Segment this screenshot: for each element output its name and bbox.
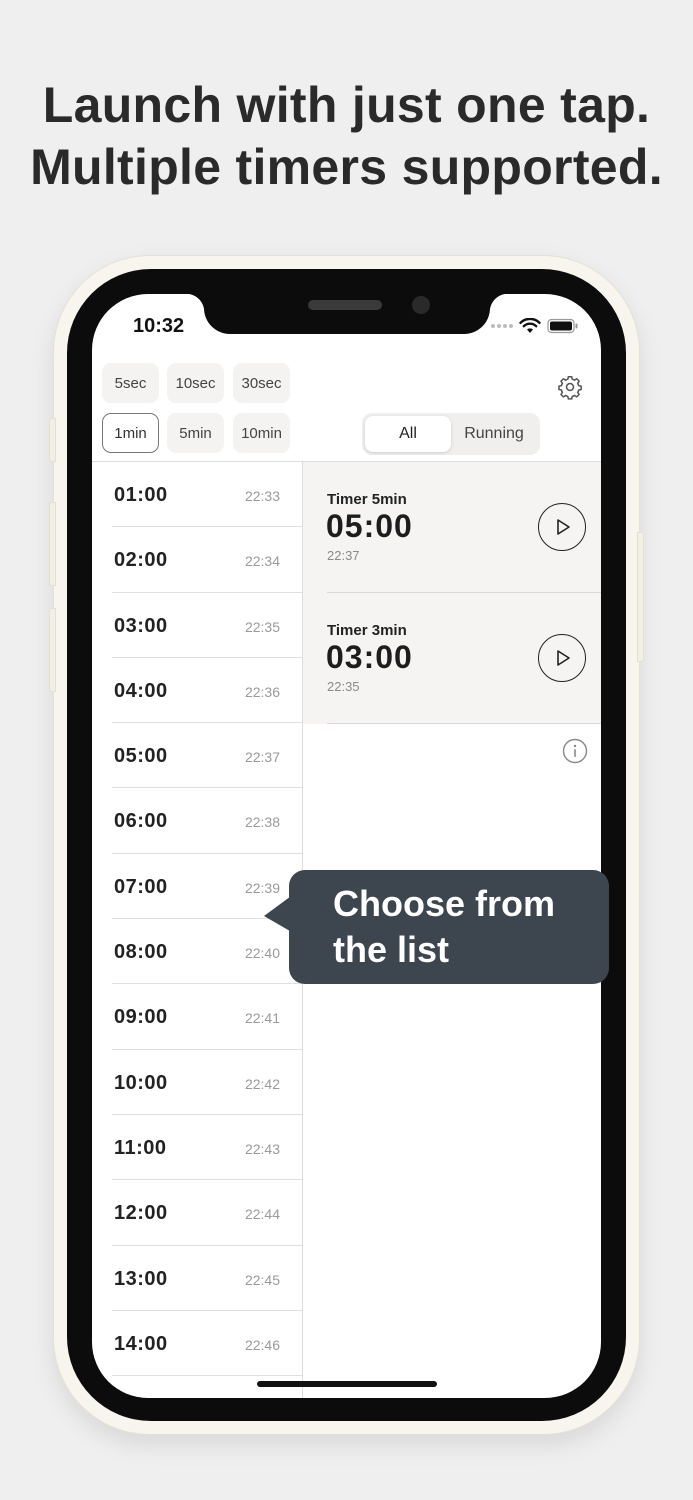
list-item[interactable]: 11:00 22:43: [92, 1115, 302, 1181]
list-item-duration: 08:00: [114, 941, 168, 964]
play-icon: [557, 650, 570, 666]
filter-all[interactable]: All: [365, 416, 451, 452]
callout-line-2: the list: [333, 929, 450, 970]
list-item[interactable]: 13:00 22:45: [92, 1246, 302, 1311]
list-item-duration: 06:00: [114, 810, 168, 833]
list-item-duration: 03:00: [114, 614, 168, 637]
list-item[interactable]: 10:00 22:42: [92, 1050, 302, 1115]
list-item-duration: 01:00: [114, 484, 168, 506]
timer-card[interactable]: Timer 3min 03:00 22:35: [303, 593, 601, 724]
info-icon[interactable]: [562, 738, 588, 764]
list-item-duration: 11:00: [114, 1136, 167, 1159]
speaker: [308, 300, 382, 310]
list-item[interactable]: 04:00 22:36: [92, 658, 302, 724]
status-time: 10:32: [133, 315, 185, 337]
preset-10sec[interactable]: 10sec: [167, 363, 224, 403]
timer-end-time: 22:35: [327, 679, 360, 694]
list-item-end-time: 22:41: [244, 1010, 280, 1027]
home-indicator: [257, 1381, 437, 1387]
timer-end-time: 22:37: [327, 548, 360, 563]
list-item[interactable]: 02:00 22:34: [92, 527, 302, 593]
headline-line-1: Launch with just one tap.: [42, 77, 651, 133]
list-item-duration: 13:00: [114, 1267, 168, 1290]
mute-switch: [49, 418, 56, 462]
list-item-end-time: 22:42: [244, 1075, 280, 1092]
front-camera: [412, 296, 430, 314]
list-item-end-time: 22:40: [244, 945, 280, 962]
list-item-end-time: 22:45: [244, 1271, 280, 1288]
callout-line-1: Choose from: [333, 883, 556, 924]
list-item-end-time: 22:35: [244, 618, 280, 635]
list-item-end-time: 22:34: [244, 553, 280, 570]
play-button[interactable]: [538, 634, 586, 682]
status-icons: [491, 318, 579, 334]
preset-10min[interactable]: 10min: [233, 413, 290, 453]
list-item-end-time: 22:36: [244, 683, 280, 700]
list-item-duration: 12:00: [114, 1202, 168, 1225]
list-item[interactable]: 05:00 22:37: [92, 723, 302, 789]
timer-name: Timer 5min: [327, 491, 407, 508]
list-item[interactable]: 01:00 22:33: [92, 462, 302, 528]
headline: Launch with just one tap. Multiple timer…: [0, 74, 693, 198]
list-item-duration: 14:00: [114, 1332, 168, 1355]
list-item-duration: 04:00: [114, 679, 168, 702]
timer-card[interactable]: Timer 5min 05:00 22:37: [303, 462, 601, 593]
headline-line-2: Multiple timers supported.: [30, 139, 663, 195]
list-item[interactable]: 14:00 22:46: [92, 1311, 302, 1377]
list-item-duration: 05:00: [114, 745, 168, 768]
callout-bubble: Choose from the list: [289, 870, 609, 984]
list-item-duration: 09:00: [114, 1006, 168, 1029]
list-item[interactable]: 06:00 22:38: [92, 788, 302, 854]
filter-segmented-control: All Running: [362, 413, 540, 455]
volume-down-button: [49, 608, 56, 692]
battery-icon: [547, 318, 578, 334]
list-item-end-time: 22:46: [244, 1336, 280, 1353]
list-item-duration: 02:00: [114, 549, 168, 572]
list-item-end-time: 22:37: [244, 749, 280, 766]
list-item-duration: 07:00: [114, 875, 168, 898]
play-icon: [557, 519, 570, 535]
preset-5sec[interactable]: 5sec: [102, 363, 159, 403]
gear-icon[interactable]: [557, 374, 583, 400]
wifi-icon: [519, 318, 541, 333]
filter-running[interactable]: Running: [451, 416, 537, 452]
volume-up-button: [49, 502, 56, 586]
signal-dots-icon: [491, 324, 513, 328]
preset-5min[interactable]: 5min: [167, 413, 224, 453]
list-item[interactable]: 12:00 22:44: [92, 1180, 302, 1246]
notch: [186, 294, 508, 334]
list-item-end-time: 22:33: [244, 488, 280, 504]
play-button[interactable]: [538, 503, 586, 551]
phone-screen: 10:32 5sec 10sec 30sec 1min 5min 10min A…: [92, 294, 601, 1398]
list-item-end-time: 22:44: [244, 1206, 280, 1223]
list-item-end-time: 22:43: [244, 1140, 280, 1157]
preset-30sec[interactable]: 30sec: [233, 363, 290, 403]
list-item[interactable]: 09:00 22:41: [92, 984, 302, 1050]
timer-name: Timer 3min: [327, 622, 407, 639]
list-item[interactable]: 03:00 22:35: [92, 593, 302, 658]
list-item-end-time: 22:38: [244, 814, 280, 831]
preset-1min[interactable]: 1min: [102, 413, 159, 453]
list-item-duration: 10:00: [114, 1071, 168, 1094]
timer-remaining: 03:00: [326, 639, 413, 675]
timer-remaining: 05:00: [326, 508, 413, 544]
power-button: [637, 532, 644, 662]
